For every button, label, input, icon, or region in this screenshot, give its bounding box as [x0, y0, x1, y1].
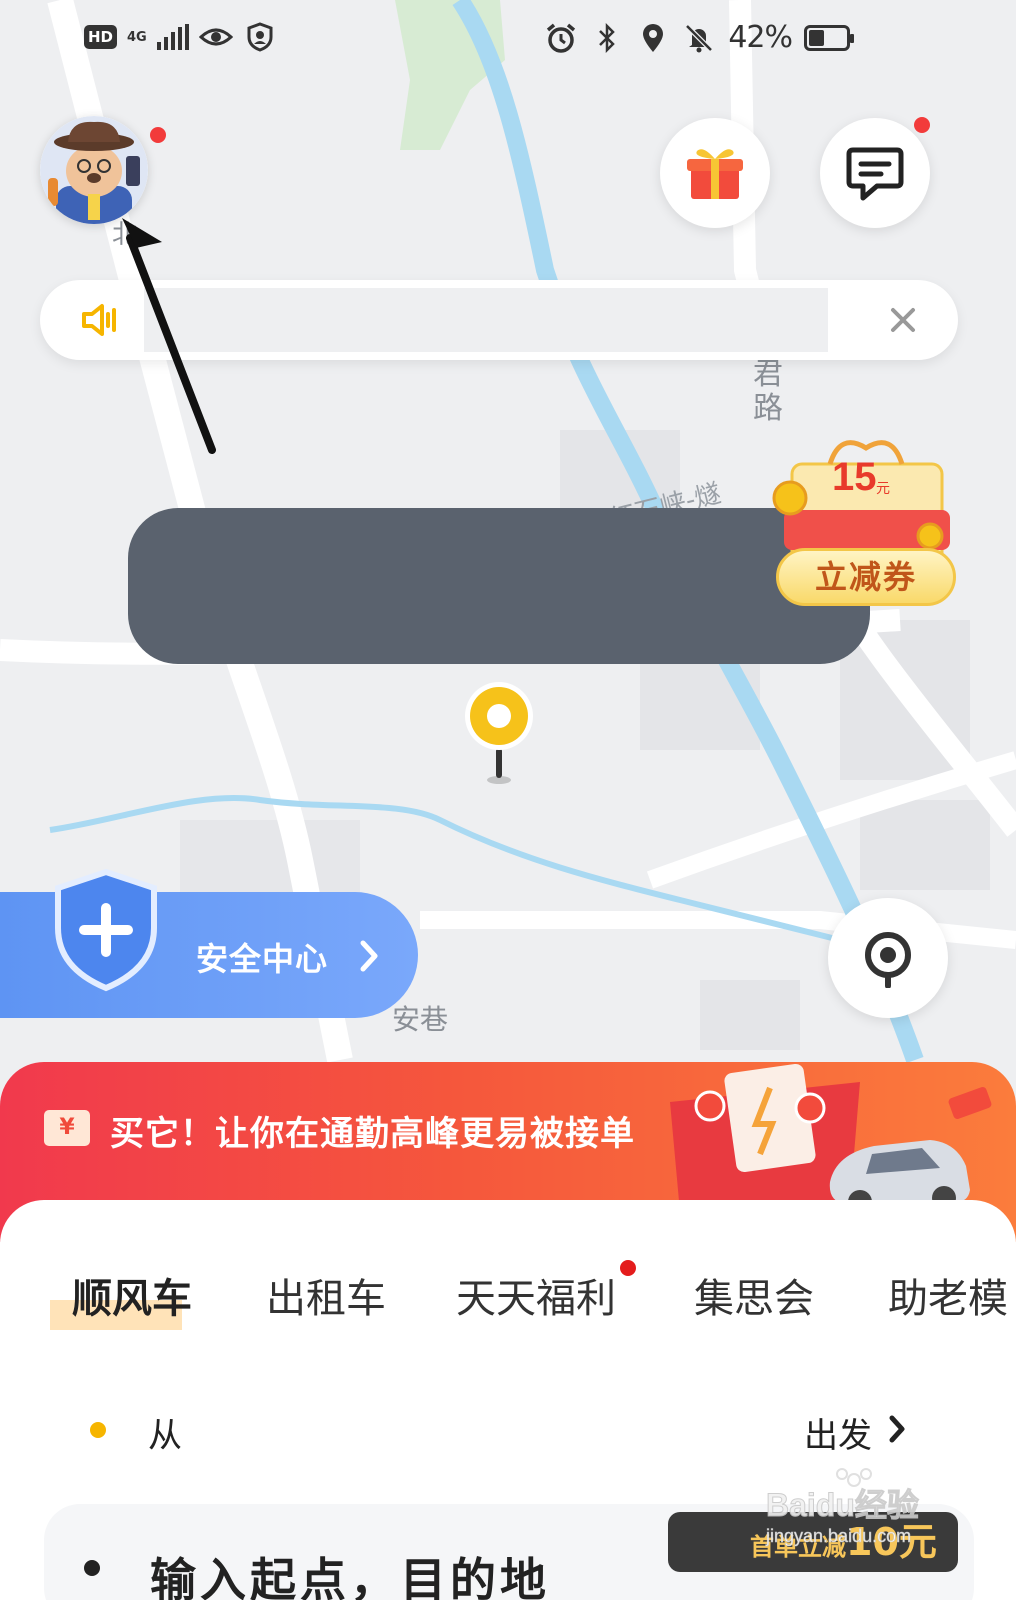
message-button[interactable]: [820, 118, 930, 228]
locate-icon: [865, 932, 911, 988]
tab-badge-dot: [620, 1260, 636, 1276]
bluetooth-icon: [590, 21, 624, 55]
origin-row[interactable]: 从 出发: [0, 1400, 1016, 1460]
location-icon: [636, 21, 670, 55]
pickup-pin-icon: [465, 682, 533, 784]
eye-icon: [199, 20, 234, 54]
chevron-right-icon: [889, 1415, 905, 1443]
hd-icon: HD: [84, 25, 118, 49]
message-notification-dot: [914, 117, 930, 133]
tab-taxi[interactable]: 出租车: [266, 1266, 386, 1324]
location-tooltip: [128, 508, 870, 664]
tab-hitch[interactable]: 顺风车: [72, 1266, 192, 1324]
avatar[interactable]: [40, 116, 148, 224]
origin-label: 从: [148, 1416, 182, 1456]
watermark-logo: Baidu经验 jingyan.baidu.com: [765, 1468, 919, 1546]
coupon-label-button[interactable]: 立减券: [776, 548, 956, 606]
close-button[interactable]: [883, 300, 923, 340]
coupon-amount: 15: [832, 455, 877, 499]
message-icon: [846, 147, 904, 201]
ticket-icon: ¥: [44, 1110, 90, 1146]
avatar-notification-dot: [150, 127, 166, 143]
annotation-arrow: [122, 218, 216, 454]
vpn-shield-icon: [243, 20, 277, 54]
network-type: 4G: [127, 29, 147, 45]
road-label: 君路: [753, 357, 783, 426]
safety-center-label: 安全中心: [196, 940, 329, 978]
destination-dot-icon: [84, 1560, 100, 1576]
signal-icon: [157, 24, 190, 50]
battery-level: [809, 29, 824, 46]
gift-button[interactable]: [660, 118, 770, 228]
watermark-url: jingyan.baidu.com: [765, 1526, 911, 1546]
chevron-right-icon: [360, 940, 378, 972]
depart-label: 出发: [804, 1416, 872, 1456]
watermark-brand: Baidu经验: [766, 1487, 919, 1523]
status-bar: HD 4G 42%: [0, 12, 1016, 68]
tab-daily-welfare[interactable]: 天天福利: [456, 1266, 616, 1324]
map-block: [700, 980, 800, 1050]
map-block: [860, 800, 990, 890]
mute-icon: [682, 21, 716, 55]
tab-jisi[interactable]: 集思会: [694, 1266, 814, 1324]
locate-button[interactable]: [828, 898, 948, 1018]
destination-placeholder: 输入起点，目的地: [150, 1553, 550, 1600]
coupon-unit: 元: [876, 481, 890, 497]
battery-icon: [804, 24, 854, 51]
service-tabs: 顺风车 出租车 天天福利 集思会 助老模: [0, 1260, 1016, 1330]
tab-elder-mode[interactable]: 助老模: [888, 1266, 1008, 1324]
promo-text: 买它！让你在通勤高峰更易被接单: [110, 1114, 635, 1154]
alley-label: 安巷: [392, 1003, 449, 1036]
origin-dot-icon: [90, 1422, 106, 1438]
notice-text: [144, 288, 828, 352]
close-icon: [891, 308, 915, 332]
avatar-icon: [40, 116, 148, 224]
battery-percentage: 42%: [728, 20, 793, 55]
shield-plus-icon: [55, 868, 157, 992]
gift-icon: [687, 149, 743, 199]
alarm-icon: [544, 21, 578, 55]
